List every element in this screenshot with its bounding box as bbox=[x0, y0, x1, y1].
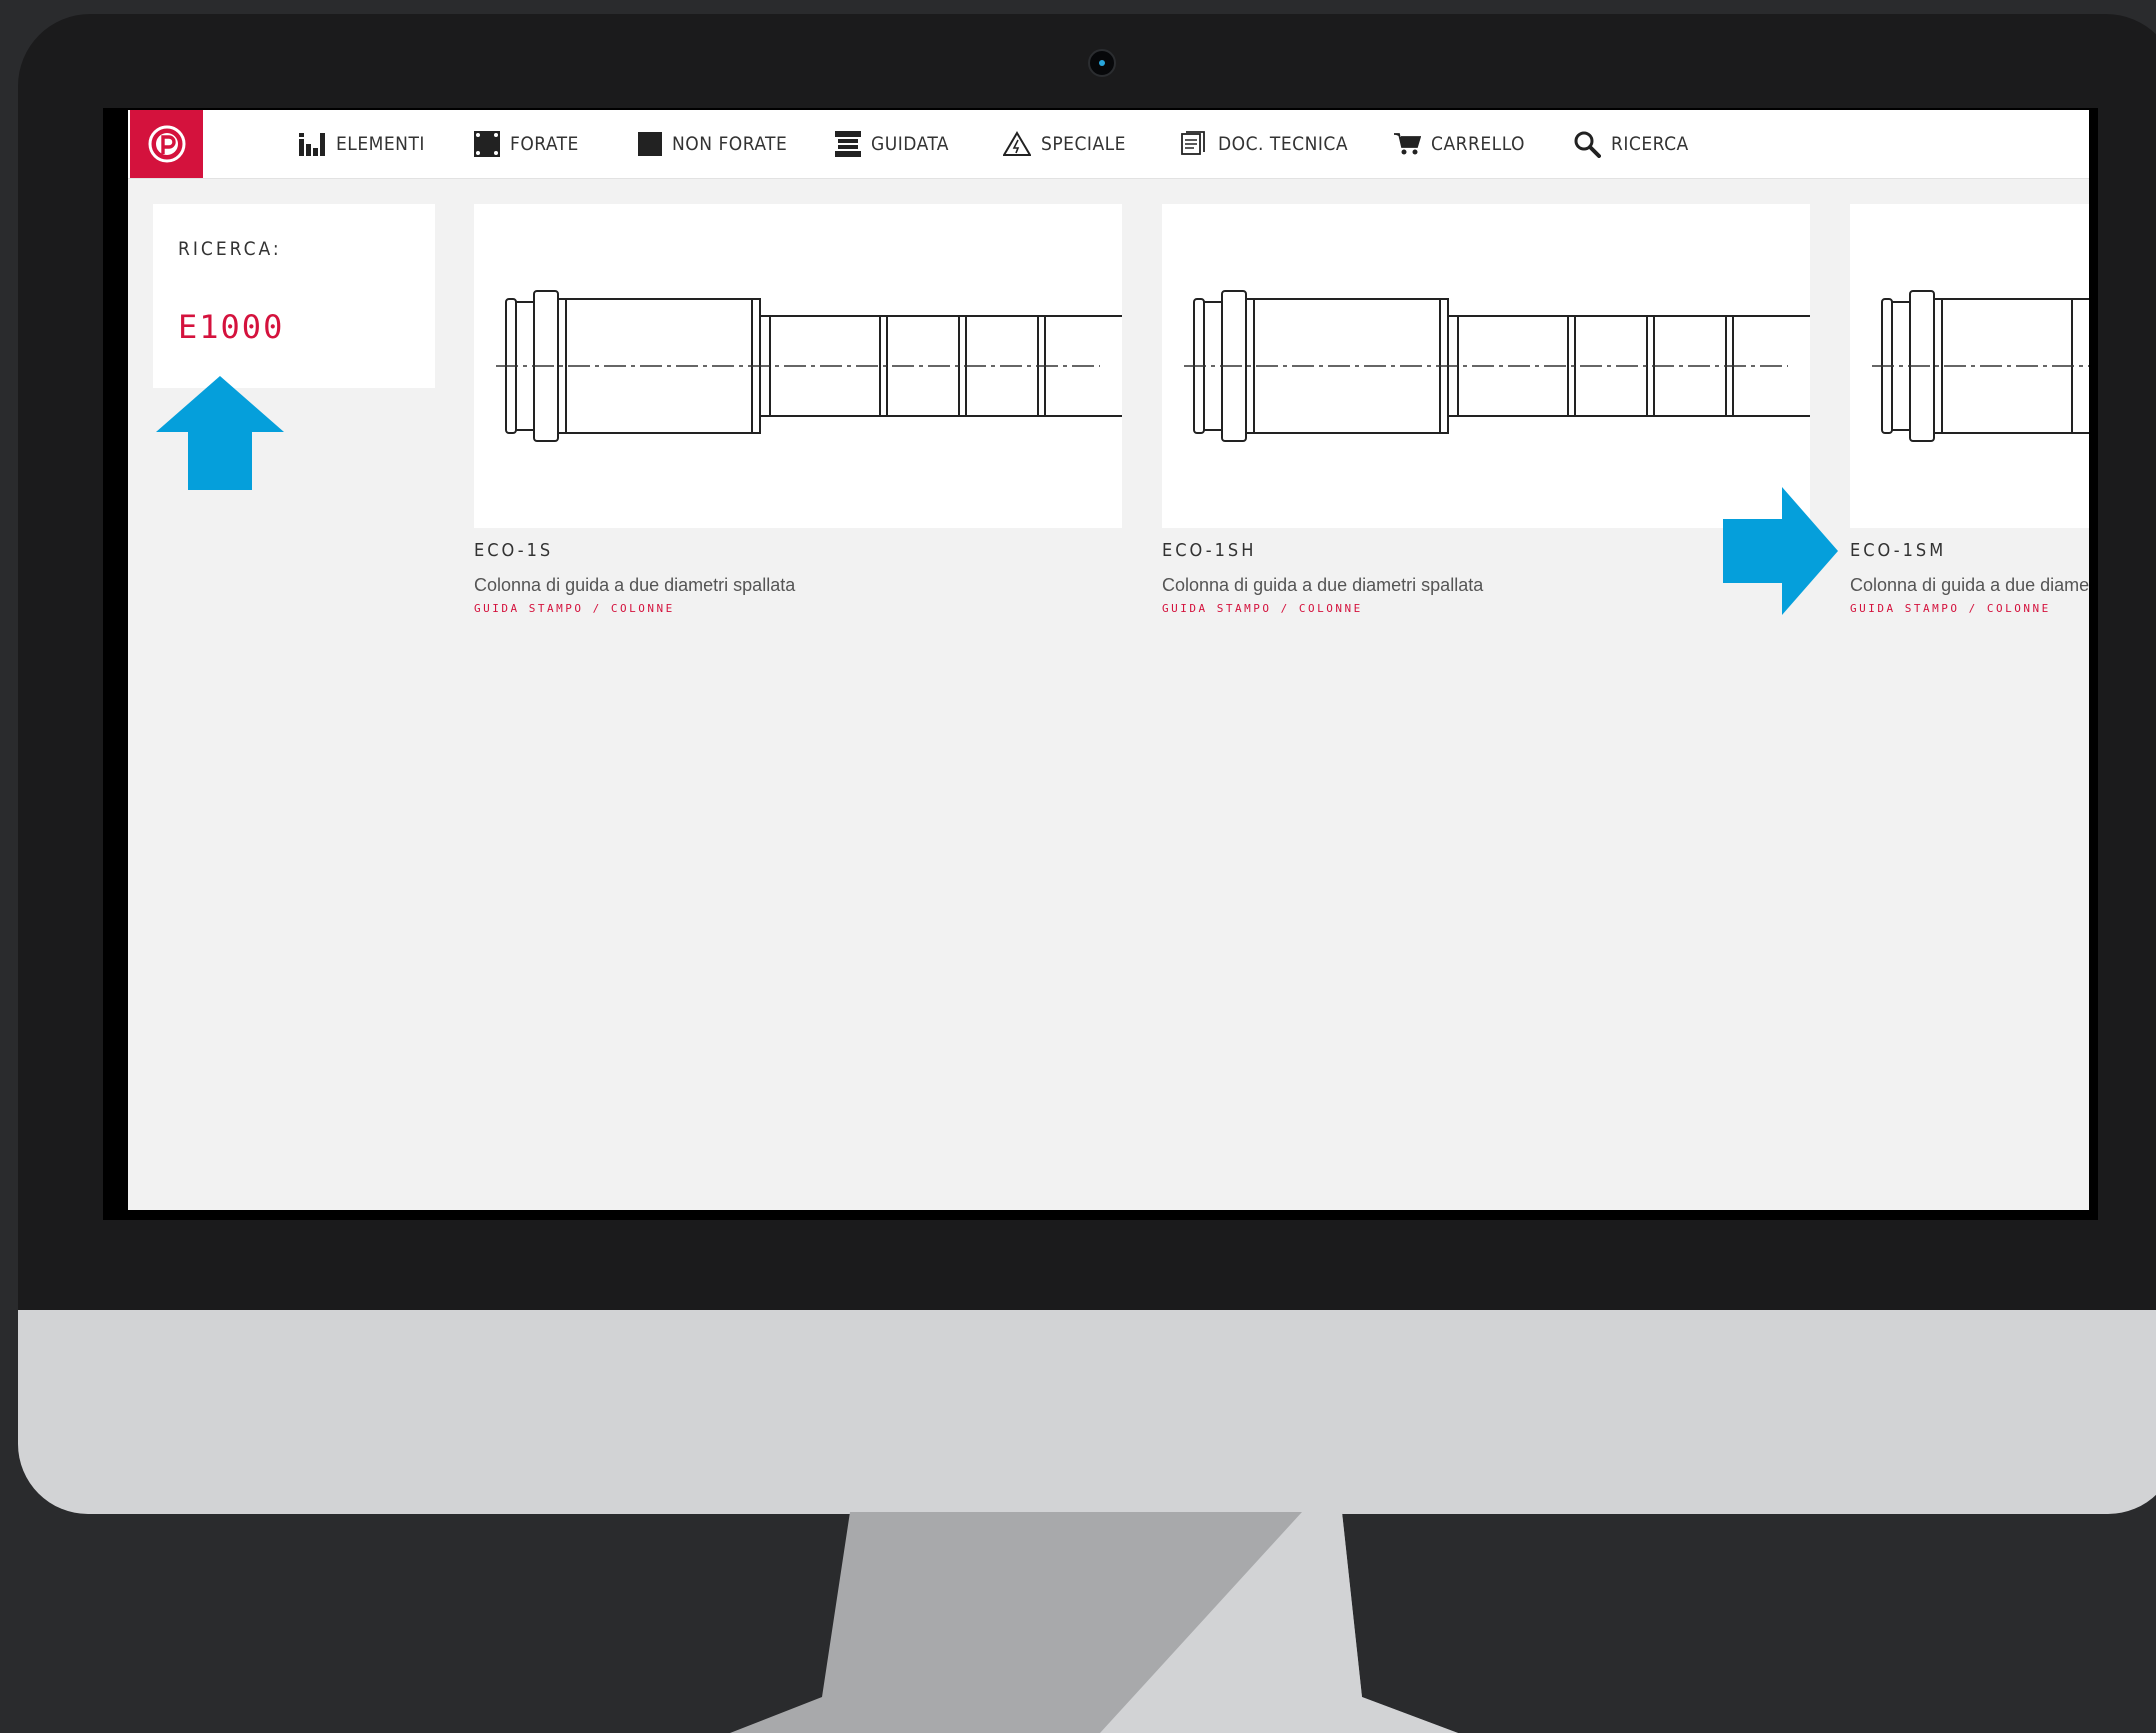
top-navbar: ELEMENTI FORATE NON FORATE GUIDATA SPECI… bbox=[128, 110, 2089, 179]
solid-plate-icon bbox=[638, 132, 662, 156]
guide-pillar-drawing bbox=[1872, 290, 2089, 442]
guide-pillar-drawing bbox=[496, 290, 1122, 442]
search-summary-card: RICERCA: E1000 bbox=[153, 204, 435, 388]
nav-label: RICERCA bbox=[1611, 133, 1689, 155]
search-query-value: E1000 bbox=[178, 308, 285, 346]
nav-label: SPECIALE bbox=[1041, 133, 1126, 155]
nav-forate[interactable]: FORATE bbox=[474, 110, 579, 178]
product-description: Colonna di guida a due diametri spallata bbox=[1162, 575, 1484, 595]
product-category-link[interactable]: GUIDA STAMPO / COLONNE bbox=[1850, 602, 2089, 615]
right-arrow-icon bbox=[1723, 487, 1838, 615]
drilled-plate-icon bbox=[474, 131, 500, 157]
nav-guidata[interactable]: GUIDATA bbox=[835, 110, 949, 178]
product-code[interactable]: ECO-1SM bbox=[1850, 540, 2089, 561]
nav-carrello[interactable]: CARRELLO bbox=[1393, 110, 1525, 178]
product-card[interactable]: ECO-1S Colonna di guida a due diametri s… bbox=[474, 204, 1122, 615]
nav-label: ELEMENTI bbox=[336, 133, 425, 155]
document-icon bbox=[1181, 131, 1205, 155]
nav-non-forate[interactable]: NON FORATE bbox=[638, 110, 787, 178]
product-code[interactable]: ECO-1SH bbox=[1162, 540, 1810, 561]
product-code[interactable]: ECO-1S bbox=[474, 540, 1122, 561]
product-image[interactable] bbox=[1162, 204, 1810, 528]
bar-chart-icon bbox=[299, 133, 325, 156]
browser-screen: ELEMENTI FORATE NON FORATE GUIDATA SPECI… bbox=[128, 110, 2089, 1210]
product-category-link[interactable]: GUIDA STAMPO / COLONNE bbox=[1162, 602, 1810, 615]
product-image[interactable] bbox=[1850, 204, 2089, 528]
product-category-link[interactable]: GUIDA STAMPO / COLONNE bbox=[474, 602, 1122, 615]
product-description: Colonna di guida a due diametri spallata bbox=[1850, 575, 2089, 595]
nav-speciale[interactable]: SPECIALE bbox=[1003, 110, 1126, 178]
nav-ricerca[interactable]: RICERCA bbox=[1573, 110, 1689, 178]
nav-label: CARRELLO bbox=[1431, 133, 1525, 155]
warning-triangle-icon bbox=[1003, 131, 1031, 156]
webcam-icon bbox=[1088, 49, 1116, 77]
nav-elementi[interactable]: ELEMENTI bbox=[298, 110, 425, 178]
logo-mark-icon bbox=[148, 125, 185, 163]
product-card[interactable]: ECO-1SH Colonna di guida a due diametri … bbox=[1162, 204, 1810, 615]
search-icon bbox=[1574, 131, 1601, 158]
nav-doc-tecnica[interactable]: DOC. TECNICA bbox=[1180, 110, 1348, 178]
cart-icon bbox=[1394, 133, 1421, 155]
nav-label: NON FORATE bbox=[672, 133, 788, 155]
product-description: Colonna di guida a due diametri spallata bbox=[474, 575, 796, 595]
product-card[interactable]: ECO-1SM Colonna di guida a due diametri … bbox=[1850, 204, 2089, 615]
nav-label: DOC. TECNICA bbox=[1218, 133, 1349, 155]
product-image[interactable] bbox=[474, 204, 1122, 528]
guided-die-icon bbox=[835, 131, 861, 157]
nav-label: FORATE bbox=[510, 133, 579, 155]
guide-pillar-drawing bbox=[1184, 290, 1810, 442]
search-label: RICERCA: bbox=[178, 238, 282, 260]
up-arrow-icon bbox=[156, 376, 284, 490]
monitor-stand bbox=[700, 1512, 1530, 1733]
monitor-chin bbox=[18, 1310, 2156, 1514]
brand-logo[interactable] bbox=[130, 110, 203, 178]
nav-label: GUIDATA bbox=[871, 133, 949, 155]
